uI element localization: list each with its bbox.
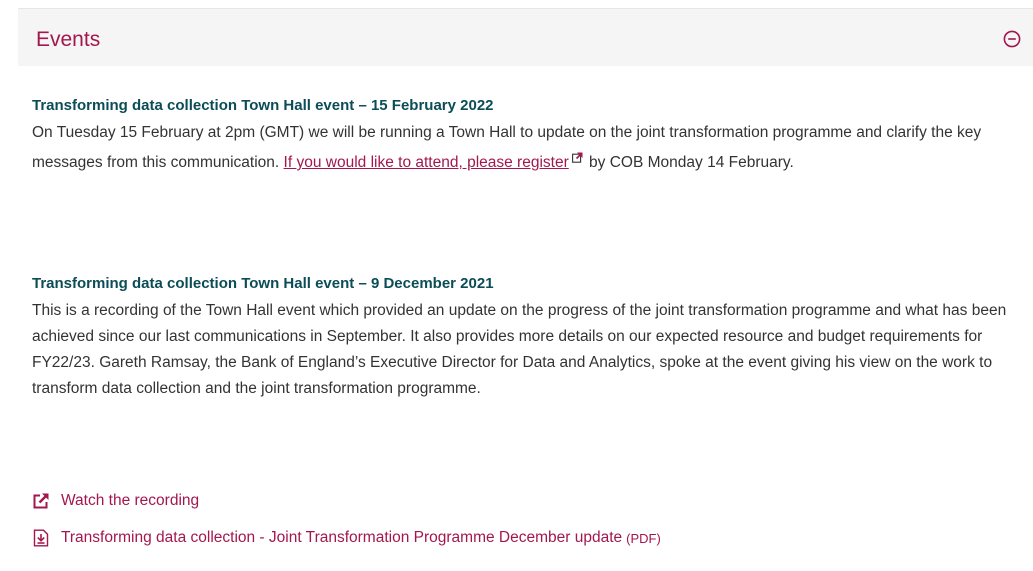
events-accordion: Events Transforming data collection Town…: [18, 8, 1033, 571]
resource-label: Watch the recording: [61, 492, 200, 509]
pdf-download-icon: [32, 529, 50, 547]
external-link-icon: [32, 492, 50, 510]
accordion-header[interactable]: Events: [18, 8, 1033, 66]
pdf-download-link[interactable]: Transforming data collection - Joint Tra…: [32, 526, 661, 550]
event-heading: Transforming data collection Town Hall e…: [32, 97, 494, 114]
external-link-icon: [571, 146, 583, 172]
register-link[interactable]: If you would like to attend, please regi…: [284, 154, 569, 171]
event-description: On Tuesday 15 February at 2pm (GMT) we w…: [32, 120, 1027, 176]
file-type-tag: (PDF): [626, 530, 661, 546]
minus-circle-icon[interactable]: [1003, 30, 1021, 48]
watch-recording-link[interactable]: Watch the recording: [32, 489, 199, 513]
event-heading: Transforming data collection Town Hall e…: [32, 275, 494, 292]
resource-label: Transforming data collection - Joint Tra…: [61, 529, 623, 546]
event-item: Transforming data collection Town Hall e…: [32, 96, 1027, 176]
event-item: Transforming data collection Town Hall e…: [32, 274, 1027, 402]
event-description: This is a recording of the Town Hall eve…: [32, 302, 1007, 397]
section-title: Events: [36, 28, 101, 51]
event-text: by COB Monday 14 February.: [584, 154, 794, 171]
